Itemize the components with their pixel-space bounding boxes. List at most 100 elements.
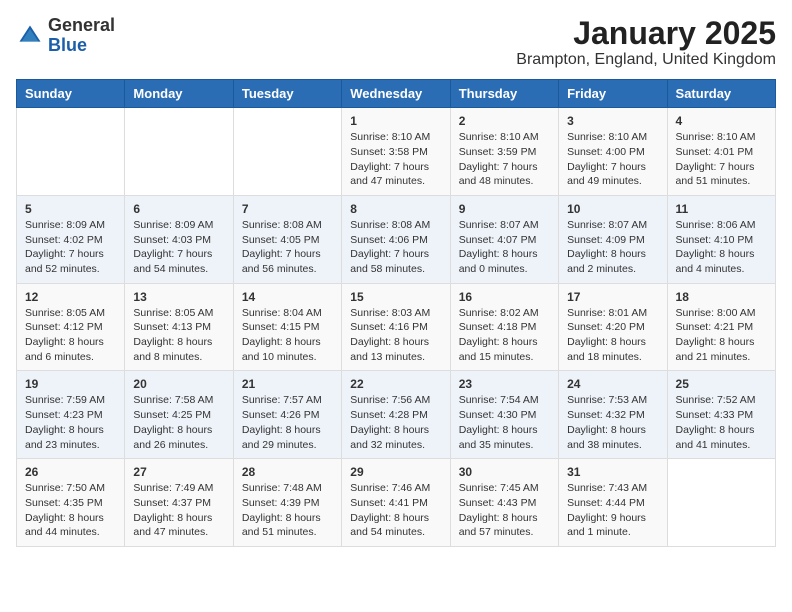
day-info: Sunrise: 7:48 AM Sunset: 4:39 PM Dayligh… [242,481,333,540]
calendar-week-row: 5 Sunrise: 8:09 AM Sunset: 4:02 PM Daylig… [17,195,776,283]
calendar-cell: 5 Sunrise: 8:09 AM Sunset: 4:02 PM Daylig… [17,195,125,283]
day-number: 12 [25,290,116,304]
weekday-header-monday: Monday [125,80,233,108]
calendar-week-row: 1Sunrise: 8:10 AM Sunset: 3:58 PM Daylig… [17,108,776,196]
day-info: Sunrise: 8:07 AM Sunset: 4:07 PM Dayligh… [459,218,550,277]
day-number: 17 [567,290,658,304]
day-number: 15 [350,290,441,304]
day-info: Sunrise: 7:49 AM Sunset: 4:37 PM Dayligh… [133,481,224,540]
logo-general: General [48,15,115,35]
calendar-cell: 29Sunrise: 7:46 AM Sunset: 4:41 PM Dayli… [342,459,450,547]
calendar-cell [667,459,775,547]
day-info: Sunrise: 7:45 AM Sunset: 4:43 PM Dayligh… [459,481,550,540]
day-info: Sunrise: 8:08 AM Sunset: 4:06 PM Dayligh… [350,218,441,277]
calendar-cell: 30 Sunrise: 7:45 AM Sunset: 4:43 PM Dayli… [450,459,558,547]
calendar-cell: 18Sunrise: 8:00 AM Sunset: 4:21 PM Dayli… [667,283,775,371]
weekday-header-sunday: Sunday [17,80,125,108]
day-info: Sunrise: 8:10 AM Sunset: 4:01 PM Dayligh… [676,130,767,189]
calendar-cell [125,108,233,196]
title-block: January 2025 Brampton, England, United K… [516,16,776,69]
weekday-header-tuesday: Tuesday [233,80,341,108]
calendar-cell: 19Sunrise: 7:59 AM Sunset: 4:23 PM Dayli… [17,371,125,459]
day-info: Sunrise: 7:43 AM Sunset: 4:44 PM Dayligh… [567,481,658,540]
day-number: 25 [676,377,767,391]
calendar-cell: 2 Sunrise: 8:10 AM Sunset: 3:59 PM Daylig… [450,108,558,196]
calendar-cell [233,108,341,196]
day-info: Sunrise: 7:56 AM Sunset: 4:28 PM Dayligh… [350,393,441,452]
calendar-cell: 7 Sunrise: 8:08 AM Sunset: 4:05 PM Daylig… [233,195,341,283]
calendar-cell: 9 Sunrise: 8:07 AM Sunset: 4:07 PM Daylig… [450,195,558,283]
day-info: Sunrise: 7:58 AM Sunset: 4:25 PM Dayligh… [133,393,224,452]
day-info: Sunrise: 8:10 AM Sunset: 3:58 PM Dayligh… [350,130,441,189]
calendar-cell: 17Sunrise: 8:01 AM Sunset: 4:20 PM Dayli… [559,283,667,371]
calendar-cell: 20 Sunrise: 7:58 AM Sunset: 4:25 PM Dayli… [125,371,233,459]
weekday-header-thursday: Thursday [450,80,558,108]
day-info: Sunrise: 8:07 AM Sunset: 4:09 PM Dayligh… [567,218,658,277]
day-number: 10 [567,202,658,216]
day-number: 3 [567,114,658,128]
day-info: Sunrise: 8:10 AM Sunset: 4:00 PM Dayligh… [567,130,658,189]
day-number: 19 [25,377,116,391]
day-number: 13 [133,290,224,304]
day-info: Sunrise: 8:09 AM Sunset: 4:03 PM Dayligh… [133,218,224,277]
day-info: Sunrise: 8:05 AM Sunset: 4:13 PM Dayligh… [133,306,224,365]
calendar-cell: 16 Sunrise: 8:02 AM Sunset: 4:18 PM Dayli… [450,283,558,371]
calendar-cell: 8 Sunrise: 8:08 AM Sunset: 4:06 PM Daylig… [342,195,450,283]
day-number: 26 [25,465,116,479]
calendar-cell: 13 Sunrise: 8:05 AM Sunset: 4:13 PM Dayli… [125,283,233,371]
calendar-week-row: 26 Sunrise: 7:50 AM Sunset: 4:35 PM Dayli… [17,459,776,547]
calendar-cell: 4Sunrise: 8:10 AM Sunset: 4:01 PM Daylig… [667,108,775,196]
day-info: Sunrise: 8:09 AM Sunset: 4:02 PM Dayligh… [25,218,116,277]
day-number: 24 [567,377,658,391]
day-number: 28 [242,465,333,479]
calendar-cell: 15 Sunrise: 8:03 AM Sunset: 4:16 PM Dayli… [342,283,450,371]
calendar-cell: 24 Sunrise: 7:53 AM Sunset: 4:32 PM Dayli… [559,371,667,459]
calendar-cell: 23 Sunrise: 7:54 AM Sunset: 4:30 PM Dayli… [450,371,558,459]
day-info: Sunrise: 7:57 AM Sunset: 4:26 PM Dayligh… [242,393,333,452]
day-number: 23 [459,377,550,391]
calendar-cell: 31 Sunrise: 7:43 AM Sunset: 4:44 PM Dayli… [559,459,667,547]
day-number: 9 [459,202,550,216]
calendar-cell: 11Sunrise: 8:06 AM Sunset: 4:10 PM Dayli… [667,195,775,283]
day-info: Sunrise: 8:05 AM Sunset: 4:12 PM Dayligh… [25,306,116,365]
calendar-table: SundayMondayTuesdayWednesdayThursdayFrid… [16,79,776,547]
calendar-cell: 1Sunrise: 8:10 AM Sunset: 3:58 PM Daylig… [342,108,450,196]
calendar-cell: 25Sunrise: 7:52 AM Sunset: 4:33 PM Dayli… [667,371,775,459]
day-number: 29 [350,465,441,479]
logo-blue: Blue [48,35,87,55]
logo-text: General Blue [48,16,115,56]
calendar-week-row: 19Sunrise: 7:59 AM Sunset: 4:23 PM Dayli… [17,371,776,459]
day-number: 18 [676,290,767,304]
calendar-cell [17,108,125,196]
calendar-cell: 14Sunrise: 8:04 AM Sunset: 4:15 PM Dayli… [233,283,341,371]
day-info: Sunrise: 8:03 AM Sunset: 4:16 PM Dayligh… [350,306,441,365]
day-info: Sunrise: 7:53 AM Sunset: 4:32 PM Dayligh… [567,393,658,452]
day-number: 22 [350,377,441,391]
day-number: 16 [459,290,550,304]
calendar-cell: 3 Sunrise: 8:10 AM Sunset: 4:00 PM Daylig… [559,108,667,196]
day-number: 8 [350,202,441,216]
day-info: Sunrise: 7:50 AM Sunset: 4:35 PM Dayligh… [25,481,116,540]
page-header: General Blue January 2025 Brampton, Engl… [16,16,776,69]
logo-icon [16,22,44,50]
day-number: 2 [459,114,550,128]
day-number: 5 [25,202,116,216]
day-info: Sunrise: 8:02 AM Sunset: 4:18 PM Dayligh… [459,306,550,365]
weekday-header-saturday: Saturday [667,80,775,108]
day-info: Sunrise: 8:08 AM Sunset: 4:05 PM Dayligh… [242,218,333,277]
day-number: 30 [459,465,550,479]
day-number: 7 [242,202,333,216]
day-number: 21 [242,377,333,391]
calendar-title: January 2025 [516,16,776,51]
day-number: 20 [133,377,224,391]
day-number: 6 [133,202,224,216]
day-info: Sunrise: 7:54 AM Sunset: 4:30 PM Dayligh… [459,393,550,452]
day-info: Sunrise: 8:04 AM Sunset: 4:15 PM Dayligh… [242,306,333,365]
day-info: Sunrise: 8:10 AM Sunset: 3:59 PM Dayligh… [459,130,550,189]
day-number: 31 [567,465,658,479]
calendar-subtitle: Brampton, England, United Kingdom [516,51,776,69]
day-info: Sunrise: 8:06 AM Sunset: 4:10 PM Dayligh… [676,218,767,277]
calendar-cell: 28 Sunrise: 7:48 AM Sunset: 4:39 PM Dayli… [233,459,341,547]
calendar-cell: 27Sunrise: 7:49 AM Sunset: 4:37 PM Dayli… [125,459,233,547]
weekday-header-wednesday: Wednesday [342,80,450,108]
